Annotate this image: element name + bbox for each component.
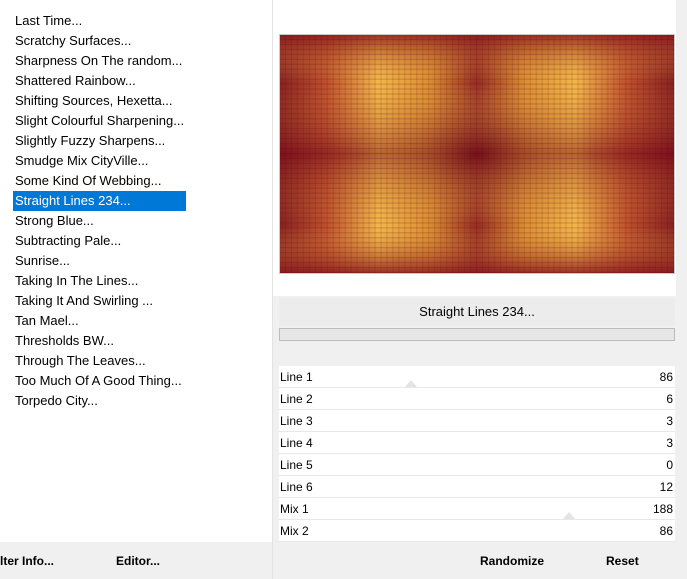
param-value: 188	[652, 502, 673, 516]
param-label: Line 2	[280, 392, 313, 406]
filter-list-item[interactable]: Shattered Rainbow...	[13, 71, 186, 91]
filter-list-item[interactable]: Last Time...	[13, 11, 186, 31]
reset-button[interactable]: Reset	[606, 553, 639, 569]
param-value: 6	[666, 392, 673, 406]
filter-list[interactable]: Last Time... Scratchy Surfaces... Sharpnes…	[13, 11, 187, 411]
filter-list-item[interactable]: Scratchy Surfaces...	[13, 31, 186, 51]
filter-list-item[interactable]: Tan Mael...	[13, 311, 186, 331]
param-label: Mix 1	[280, 502, 309, 516]
filter-list-item[interactable]: Thresholds BW...	[13, 331, 186, 351]
filter-list-item[interactable]: Shifting Sources, Hexetta...	[13, 91, 186, 111]
scrollbar-track	[676, 0, 687, 542]
param-row[interactable]: Line 3 3	[279, 410, 675, 432]
filter-name-label: Straight Lines 234...	[279, 298, 675, 326]
filter-list-item[interactable]: Taking In The Lines...	[13, 271, 186, 291]
param-row[interactable]: Line 2 6	[279, 388, 675, 410]
param-value: 0	[666, 458, 673, 472]
param-row[interactable]: Line 1 86	[279, 366, 675, 388]
param-label: Line 6	[280, 480, 313, 494]
param-row[interactable]: Line 4 3	[279, 432, 675, 454]
param-label: Line 4	[280, 436, 313, 450]
filter-list-item[interactable]: Sharpness On The random...	[13, 51, 186, 71]
filter-list-item[interactable]: Smudge Mix CityVille...	[13, 151, 186, 171]
param-label: Line 1	[280, 370, 313, 384]
param-row[interactable]: Line 6 12	[279, 476, 675, 498]
param-value: 3	[666, 414, 673, 428]
filter-list-item[interactable]: Sunrise...	[13, 251, 186, 271]
param-row[interactable]: Line 5 0	[279, 454, 675, 476]
filter-list-item[interactable]: Torpedo City...	[13, 391, 186, 411]
progress-bar	[279, 328, 675, 341]
param-label: Mix 2	[280, 524, 309, 538]
param-row[interactable]: Mix 1 188	[279, 498, 675, 520]
filter-list-item[interactable]: Through The Leaves...	[13, 351, 186, 371]
filter-list-item[interactable]: Straight Lines 234...	[13, 191, 187, 211]
filter-list-item[interactable]: Slight Colourful Sharpening...	[13, 111, 186, 131]
filter-list-item[interactable]: Taking It And Swirling ...	[13, 291, 186, 311]
filter-list-item[interactable]: Slightly Fuzzy Sharpens...	[13, 131, 186, 151]
filter-list-item[interactable]: Strong Blue...	[13, 211, 186, 231]
param-value: 86	[659, 370, 673, 384]
parameter-sliders: Line 1 86 Line 2 6 Line 3 3 Line 4 3 Line 5 0 Line…	[279, 366, 675, 542]
slider-thumb-icon[interactable]	[563, 512, 575, 519]
filter-list-panel: Last Time... Scratchy Surfaces... Sharpnes…	[0, 0, 272, 542]
filter-preview-image	[279, 34, 675, 274]
filter-list-item[interactable]: Some Kind Of Webbing...	[13, 171, 186, 191]
filter-list-item[interactable]: Too Much Of A Good Thing...	[13, 371, 186, 391]
randomize-button[interactable]: Randomize	[480, 553, 544, 569]
filter-list-item[interactable]: Subtracting Pale...	[13, 231, 186, 251]
param-value: 12	[659, 480, 673, 494]
editor-button[interactable]: Editor...	[116, 553, 160, 569]
param-value: 86	[659, 524, 673, 538]
filter-info-button[interactable]: lter Info...	[0, 553, 54, 569]
param-label: Line 3	[280, 414, 313, 428]
param-label: Line 5	[280, 458, 313, 472]
param-value: 3	[666, 436, 673, 450]
param-row[interactable]: Mix 2 86	[279, 520, 675, 542]
preview-pattern	[280, 35, 674, 273]
slider-thumb-icon[interactable]	[405, 380, 417, 387]
